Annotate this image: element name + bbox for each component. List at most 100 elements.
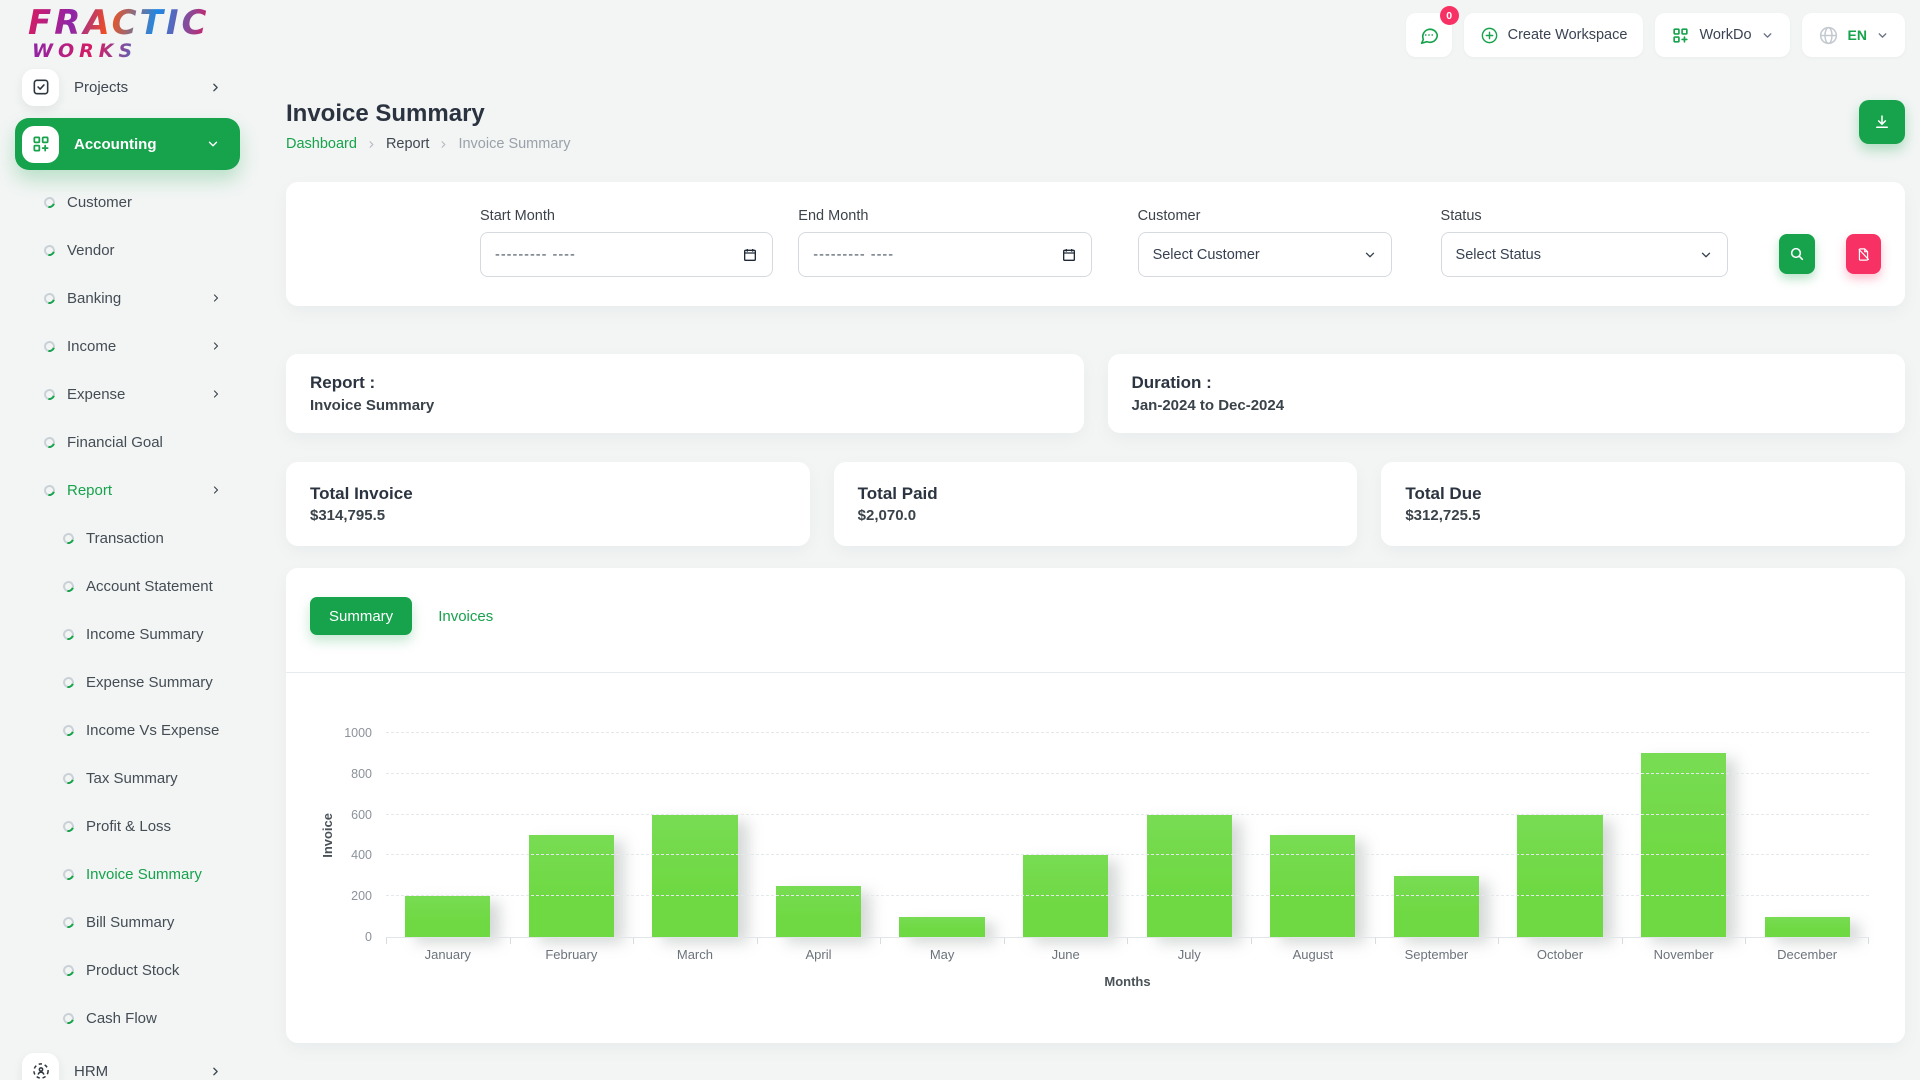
search-button[interactable] xyxy=(1779,234,1815,274)
calendar-icon xyxy=(1061,247,1077,263)
chart-card: Summary Invoices Invoice 0 200 400 600 800 100… xyxy=(286,568,1905,1043)
chat-icon xyxy=(1418,24,1440,46)
sidebar-subitem-income[interactable]: Income xyxy=(0,322,260,370)
bar-slot-september xyxy=(1375,733,1499,937)
report-info-card: Report : Invoice Summary xyxy=(286,354,1084,433)
end-month-input[interactable]: --------- ---- xyxy=(798,232,1092,277)
sidebar-subitem-banking[interactable]: Banking xyxy=(0,274,260,322)
sidebar-item-hrm[interactable]: HRM xyxy=(0,1046,260,1080)
sidebar-subitem-expense-summary[interactable]: Expense Summary xyxy=(0,658,260,706)
total-card: Total Paid $2,070.0 xyxy=(833,462,1358,546)
bullet-icon xyxy=(41,242,58,258)
sidebar-item-accounting[interactable]: Accounting xyxy=(15,118,240,170)
bullet-icon xyxy=(41,386,58,402)
bar-slot-may xyxy=(880,733,1004,937)
sidebar-subitem-income-summary[interactable]: Income Summary xyxy=(0,610,260,658)
sidebar-subitem-account-statement[interactable]: Account Statement xyxy=(0,562,260,610)
search-icon xyxy=(1789,246,1805,262)
x-tick-label: January xyxy=(386,938,510,962)
sidebar-subitem-product-stock[interactable]: Product Stock xyxy=(0,946,260,994)
x-tick-label: August xyxy=(1251,938,1375,962)
x-tick-label: May xyxy=(880,938,1004,962)
topbar-actions: 0 Create Workspace WorkDo EN xyxy=(1405,6,1905,57)
breadcrumb-report[interactable]: Report xyxy=(386,136,430,152)
sidebar-subitem-transaction[interactable]: Transaction xyxy=(0,514,260,562)
download-button[interactable] xyxy=(1859,100,1905,144)
bullet-icon xyxy=(41,338,58,354)
tab-invoices[interactable]: Invoices xyxy=(432,597,499,635)
total-value: $312,725.5 xyxy=(1405,507,1481,524)
sidebar-subitem-income-vs-expense[interactable]: Income Vs Expense xyxy=(0,706,260,754)
gridline xyxy=(386,813,1869,815)
bar-slot-august xyxy=(1251,733,1375,937)
sidebar-subitem-bill-summary[interactable]: Bill Summary xyxy=(0,898,260,946)
bar-slot-november xyxy=(1622,733,1746,937)
x-tick-label: September xyxy=(1374,938,1499,962)
sidebar-subitem-cash-flow[interactable]: Cash Flow xyxy=(0,994,260,1042)
sidebar-subitem-report[interactable]: Report xyxy=(0,466,260,514)
bar-july xyxy=(1146,814,1232,937)
chevron-down-icon xyxy=(1876,29,1889,42)
bullet-icon xyxy=(60,962,77,978)
x-tick-label: March xyxy=(633,938,757,962)
customer-select[interactable]: Select Customer xyxy=(1137,232,1392,277)
breadcrumb-current: Invoice Summary xyxy=(458,136,571,152)
sidebar-subitem-vendor[interactable]: Vendor xyxy=(0,226,260,274)
bar-september xyxy=(1393,875,1480,937)
bullet-icon xyxy=(41,482,58,498)
duration-info-card: Duration : Jan-2024 to Dec-2024 xyxy=(1107,354,1905,433)
chevron-right-icon xyxy=(366,139,377,150)
bars xyxy=(386,733,1869,937)
language-selector[interactable]: EN xyxy=(1801,13,1905,57)
sidebar-subitem-financial-goal[interactable]: Financial Goal xyxy=(0,418,260,466)
bar-april xyxy=(775,886,862,937)
duration-value: Jan-2024 to Dec-2024 xyxy=(1131,397,1285,414)
workdo-menu-button[interactable]: WorkDo xyxy=(1655,13,1790,57)
workdo-label: WorkDo xyxy=(1699,27,1752,43)
reset-filter-button[interactable] xyxy=(1845,234,1882,274)
brand-line2: WORKS xyxy=(32,42,209,61)
total-label: Total Due xyxy=(1405,484,1482,503)
gridline xyxy=(386,895,1869,897)
chevron-right-icon xyxy=(210,388,222,400)
start-month-input[interactable]: --------- ---- xyxy=(480,232,774,277)
status-select[interactable]: Select Status xyxy=(1440,232,1729,277)
bullet-icon xyxy=(60,530,77,546)
chevron-right-icon xyxy=(209,1065,222,1078)
calendar-icon xyxy=(742,247,758,263)
topbar: FRACTIC WORKS 0 Create Workspace WorkDo … xyxy=(0,0,1920,75)
report-value: Invoice Summary xyxy=(310,397,435,414)
chevron-right-icon xyxy=(209,81,222,94)
sidebar-subitem-tax-summary[interactable]: Tax Summary xyxy=(0,754,260,802)
sidebar-subitem-customer[interactable]: Customer xyxy=(0,178,260,226)
sidebar-item-label: Accounting xyxy=(74,135,157,153)
chevron-down-icon xyxy=(1761,29,1774,42)
end-month-label: End Month xyxy=(798,208,869,224)
bar-slot-october xyxy=(1498,733,1622,937)
chat-button[interactable]: 0 xyxy=(1405,6,1459,57)
tab-summary[interactable]: Summary xyxy=(310,597,413,635)
chevron-down-icon xyxy=(1363,248,1377,262)
gridline xyxy=(386,732,1869,733)
chevron-down-icon xyxy=(1699,248,1713,262)
filter-card: Start Month --------- ---- End Month ---… xyxy=(286,182,1905,306)
sidebar-item-label: Projects xyxy=(74,78,129,96)
sidebar-subitem-invoice-summary[interactable]: Invoice Summary xyxy=(0,850,260,898)
gridline xyxy=(386,772,1869,774)
y-tick-label: 600 xyxy=(351,807,372,822)
brand-logo[interactable]: FRACTIC WORKS xyxy=(28,6,209,61)
create-workspace-button[interactable]: Create Workspace xyxy=(1463,13,1644,57)
sidebar-subitem-profit-loss[interactable]: Profit & Loss xyxy=(0,802,260,850)
sidebar-subitem-expense[interactable]: Expense xyxy=(0,370,260,418)
y-tick-label: 1000 xyxy=(344,726,372,740)
customer-label: Customer xyxy=(1137,208,1201,224)
accounting-grid-icon xyxy=(22,125,59,163)
bar-slot-july xyxy=(1127,733,1251,937)
breadcrumb-dashboard[interactable]: Dashboard xyxy=(286,136,357,152)
breadcrumb: Dashboard Report Invoice Summary xyxy=(286,136,570,152)
total-value: $314,795.5 xyxy=(310,507,386,524)
total-value: $2,070.0 xyxy=(857,507,917,524)
bar-march xyxy=(652,814,738,937)
x-tick-label: April xyxy=(756,938,881,962)
gridline xyxy=(386,854,1869,856)
